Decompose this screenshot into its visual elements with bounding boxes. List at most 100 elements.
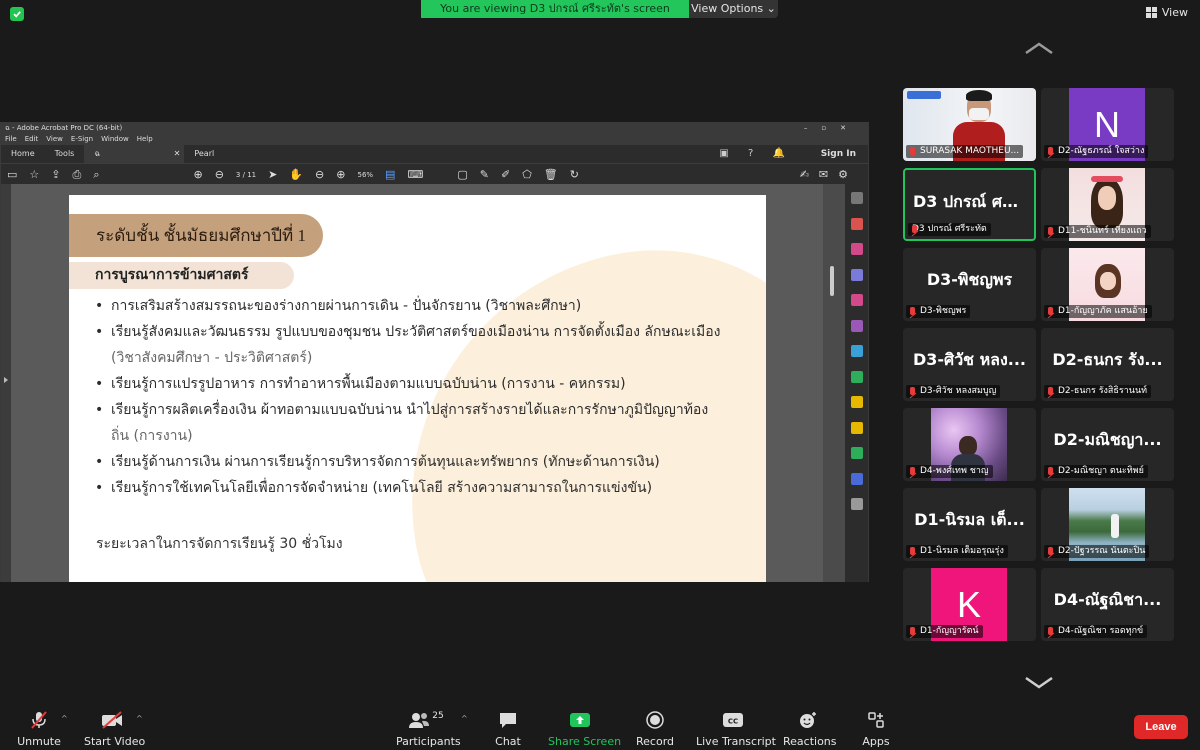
menu-file[interactable]: File xyxy=(5,134,17,145)
participant-display-name: D2-ธนกร รัง... xyxy=(1052,350,1163,369)
live-transcript-label: Live Transcript xyxy=(696,735,776,748)
tool-more-icon[interactable] xyxy=(850,498,863,510)
next-page-icon[interactable]: ⊖ xyxy=(215,168,224,181)
person-mask xyxy=(969,108,989,120)
tool-zoom-icon[interactable] xyxy=(850,192,863,204)
keyboard-icon[interactable]: ⌨ xyxy=(407,168,423,181)
tool-create-icon[interactable] xyxy=(850,396,863,408)
acrobat-menu-bar: File Edit View E-Sign Window Help xyxy=(1,134,868,145)
vertical-scrollbar[interactable] xyxy=(823,184,845,582)
video-options-caret-icon[interactable]: ^ xyxy=(136,714,143,723)
bullet-item: เรียนรู้สังคมและวัฒนธรรม รูปแบบของชุมชน … xyxy=(93,319,763,371)
hand-tool-icon[interactable]: ✋ xyxy=(289,168,303,181)
scrollbar-thumb[interactable] xyxy=(830,266,834,296)
start-video-button[interactable]: Start Video xyxy=(84,710,146,748)
view-button[interactable]: View xyxy=(1145,6,1188,19)
stamp-icon[interactable]: ⬠ xyxy=(522,168,532,181)
tool-protect-icon[interactable] xyxy=(850,472,863,485)
tab-document[interactable]: ฉ ✕ xyxy=(84,145,185,163)
tool-pdf-icon[interactable] xyxy=(850,217,863,230)
search-icon[interactable]: ⌕ xyxy=(93,168,99,182)
menu-window[interactable]: Window xyxy=(101,134,129,145)
reactions-button[interactable]: Reactions xyxy=(783,710,837,748)
menu-edit[interactable]: Edit xyxy=(25,134,39,145)
gallery-up-chevron-icon[interactable] xyxy=(1024,41,1054,55)
close-tab-icon[interactable]: ✕ xyxy=(174,145,181,163)
slide-title: ระดับชั้น ชั้นมัธยมศึกษาปีที่ 1 xyxy=(69,214,323,257)
participant-tile-active-speaker[interactable]: D3 ปกรณ์ ศรี... D3 ปกรณ์ ศรีระทัต xyxy=(903,168,1036,241)
participants-icon: 25 xyxy=(396,710,456,730)
tab-document-2[interactable]: Pearl Professional ... xyxy=(184,145,274,176)
participant-tile[interactable]: D4-ณัฐณิชา... D4-ณัฐณิชา รอดทุกข์ xyxy=(1041,568,1174,641)
apps-button[interactable]: Apps xyxy=(861,710,891,748)
unmute-button[interactable]: Unmute xyxy=(14,710,64,748)
delete-icon[interactable]: 🗑 xyxy=(544,168,558,181)
page-fit-icon[interactable]: ▤ xyxy=(385,168,395,181)
participant-name: SURASAK MAOTHEU... xyxy=(906,145,1024,158)
leave-meeting-button[interactable]: Leave xyxy=(1134,715,1188,739)
tab-home[interactable]: Home xyxy=(1,145,45,163)
header-icons[interactable]: ▣ ? 🔔 xyxy=(719,145,793,163)
tool-send-icon[interactable] xyxy=(850,345,863,357)
chat-button[interactable]: Chat xyxy=(493,710,523,748)
right-tool-icons[interactable]: ✍✉⚙ xyxy=(800,168,858,181)
tool-edit-icon[interactable] xyxy=(850,294,863,306)
tool-compress-icon[interactable] xyxy=(850,370,863,383)
encryption-shield-icon[interactable] xyxy=(10,7,24,21)
participant-tile[interactable]: SURASAK MAOTHEU... xyxy=(903,88,1036,161)
participant-tile[interactable]: D2-ธนกร รัง... D2-ธนกร รังสิธิรานนท์ xyxy=(1041,328,1174,401)
live-transcript-button[interactable]: CC Live Transcript xyxy=(696,710,776,748)
tool-organize-icon[interactable] xyxy=(850,268,863,281)
upload-icon[interactable]: ⇪ xyxy=(51,168,60,181)
zoom-in-icon[interactable]: ⊕ xyxy=(336,168,345,181)
gallery-down-chevron-icon[interactable] xyxy=(1024,676,1054,690)
bullet-item: เรียนรู้การใช้เทคโนโลยีเพื่อการจัดจำหน่า… xyxy=(93,475,763,501)
bookmark-star-icon[interactable]: ☆ xyxy=(29,168,39,181)
participant-tile[interactable]: D11-ชนินทร์ เที่ยงแถว xyxy=(1041,168,1174,241)
prev-page-icon[interactable]: ⊕ xyxy=(193,168,202,181)
audio-options-caret-icon[interactable]: ^ xyxy=(61,714,68,723)
share-screen-button[interactable]: Share Screen xyxy=(548,710,621,748)
zoom-level[interactable]: 56% xyxy=(357,171,373,179)
participants-caret-icon[interactable]: ^ xyxy=(461,714,468,723)
tool-export-icon[interactable] xyxy=(850,243,863,255)
menu-help[interactable]: Help xyxy=(137,134,153,145)
highlight-icon[interactable]: ✐ xyxy=(501,168,510,181)
share-screen-icon xyxy=(548,710,612,730)
bullet-item: เรียนรู้การแปรรูปอาหาร การทำอาหารพื้นเมื… xyxy=(93,371,763,397)
record-icon xyxy=(636,710,674,730)
comment-icon[interactable]: ▢ xyxy=(457,168,467,181)
page-number-input[interactable]: 3 xyxy=(236,171,240,179)
participant-tile[interactable]: D3-ศิวัช หลง... D3-ศิวัช หลงสมบูญ xyxy=(903,328,1036,401)
start-video-label: Start Video xyxy=(84,735,146,748)
person-face xyxy=(1100,272,1116,290)
participants-button[interactable]: 25 Participants xyxy=(396,710,461,748)
participant-tile[interactable]: N D2-ณัฐธภรณ์ ใจสว่าง xyxy=(1041,88,1174,161)
tool-print-icon[interactable] xyxy=(850,447,863,459)
save-icon[interactable]: ▭ xyxy=(7,168,17,181)
zoom-out-icon[interactable]: ⊖ xyxy=(315,168,324,181)
window-controls[interactable]: –▫✕ xyxy=(804,123,860,134)
menu-view[interactable]: View xyxy=(46,134,63,145)
participant-tile[interactable]: D2-ปัฐวรรณ นันตะปิน xyxy=(1041,488,1174,561)
pen-icon[interactable]: ✎ xyxy=(480,168,489,181)
tool-fill-sign-icon[interactable] xyxy=(850,319,863,332)
rotate-icon[interactable]: ↻ xyxy=(570,168,579,181)
record-button[interactable]: Record xyxy=(636,710,674,748)
print-icon[interactable]: ⎙ xyxy=(73,168,82,182)
view-options-button[interactable]: View Options ⌄ xyxy=(689,0,778,18)
tab-tools[interactable]: Tools xyxy=(45,145,85,163)
select-cursor-icon[interactable]: ➤ xyxy=(268,168,277,181)
tool-comment-icon[interactable] xyxy=(850,421,863,434)
menu-esign[interactable]: E-Sign xyxy=(71,134,93,145)
participant-tile[interactable]: D4-พงศ์เทพ ชาญ xyxy=(903,408,1036,481)
left-panel-toggle[interactable] xyxy=(1,184,11,582)
participant-tile[interactable]: K D1-กัญญารัตน์ xyxy=(903,568,1036,641)
participant-tile[interactable]: D3-พิชญพร D3-พิชญพร xyxy=(903,248,1036,321)
participant-tile[interactable]: D2-มณิชญา... D2-มณิชญา ตนะทิพย์ xyxy=(1041,408,1174,481)
page-total: / 11 xyxy=(242,170,257,179)
person-head xyxy=(959,436,977,456)
participant-tile[interactable]: D1-นิรมล เต็... D1-นิรมล เต็มอรุณรุ่ง xyxy=(903,488,1036,561)
participant-tile[interactable]: D1-กัญญาภัค แสนอ้าย xyxy=(1041,248,1174,321)
sign-in-button[interactable]: Sign In xyxy=(821,145,856,163)
